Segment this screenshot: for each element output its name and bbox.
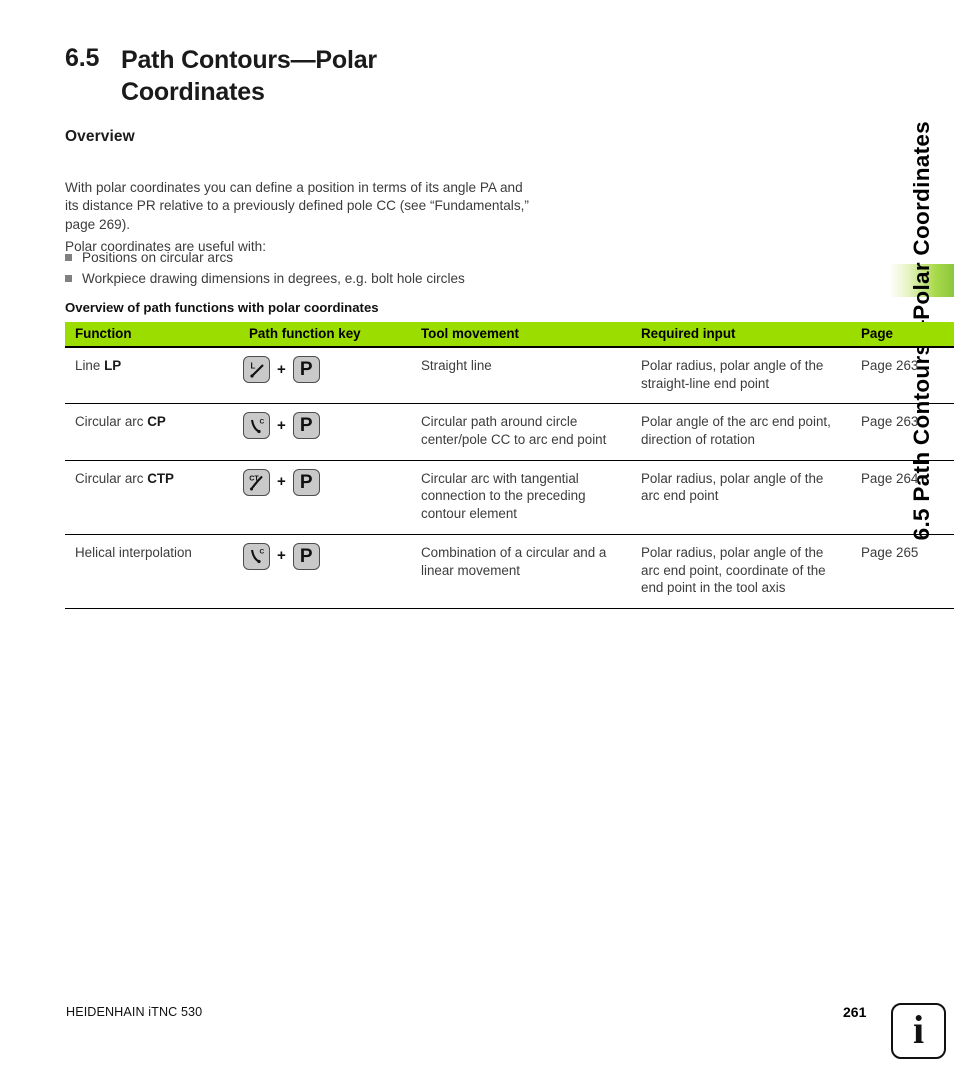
table-row: Helical interpolation C + P Combination … xyxy=(65,534,954,609)
plus-sign: + xyxy=(277,360,286,378)
key-combination: CT + P xyxy=(239,468,405,496)
cell-required-input: Polar radius, polar angle of the arc end… xyxy=(631,534,851,609)
cell-path-function-key: C + P xyxy=(239,403,411,461)
polar-p-key-icon[interactable]: P xyxy=(292,356,320,383)
cell-required-input: Polar radius, polar angle of the straigh… xyxy=(631,347,851,405)
function-label: Circular arc xyxy=(75,470,144,486)
polar-key-label: P xyxy=(299,545,313,567)
plus-sign: + xyxy=(277,416,286,434)
section-number: 6.5 xyxy=(65,44,100,72)
column-header-function: Function xyxy=(65,322,239,348)
svg-text:L: L xyxy=(250,361,255,370)
path-functions-table: Function Path function key Tool movement… xyxy=(65,322,954,609)
footer-brand: HEIDENHAIN iTNC 530 xyxy=(66,1005,203,1019)
info-icon-label: i xyxy=(912,1006,925,1052)
function-code: CP xyxy=(147,414,166,430)
line-path-key-icon[interactable]: L xyxy=(243,356,270,383)
svg-text:C: C xyxy=(259,549,264,556)
svg-text:C: C xyxy=(259,418,264,425)
cell-tool-movement: Circular path around circle center/pole … xyxy=(411,403,631,461)
function-code: LP xyxy=(104,358,122,373)
subheading-overview: Overview xyxy=(65,128,135,145)
list-item-label: Positions on circular arcs xyxy=(82,250,234,265)
circular-arc-ct-key-icon[interactable]: CT xyxy=(243,468,270,496)
table-header: Function Path function key Tool movement… xyxy=(65,322,954,348)
cell-required-input: Polar angle of the arc end point, direct… xyxy=(631,403,851,461)
page-title: 6.5 Path Contours—Polar Coordinates xyxy=(65,44,495,108)
cell-path-function-key: L + P xyxy=(239,347,411,405)
cell-function: Helical interpolation xyxy=(65,534,239,609)
list-item: Positions on circular arcs xyxy=(65,248,565,267)
circular-arc-c-key-icon[interactable]: C xyxy=(243,412,270,440)
key-combination: C + P xyxy=(239,542,405,570)
polar-p-key-icon[interactable]: P xyxy=(292,468,320,496)
intro-paragraph: With polar coordinates you can define a … xyxy=(65,179,529,232)
polar-key-label: P xyxy=(299,415,313,437)
cell-path-function-key: C + P xyxy=(239,534,411,609)
polar-key-label: P xyxy=(299,471,313,493)
square-bullet-icon xyxy=(65,254,72,261)
square-bullet-icon xyxy=(65,275,72,283)
cell-tool-movement: Circular arc with tangential connection … xyxy=(411,460,631,535)
cell-function: Circular arc CP xyxy=(65,403,239,461)
plus-sign: + xyxy=(277,473,286,491)
column-header-path-function-key: Path function key xyxy=(239,322,411,348)
cell-path-function-key: CT + P xyxy=(239,460,411,535)
table-row: Circular arc CP C + P Circular path arou… xyxy=(65,403,954,461)
table-header-row: Function Path function key Tool movement… xyxy=(65,322,954,348)
list-item: Workpiece drawing dimensions in degrees,… xyxy=(65,269,565,288)
info-icon: i xyxy=(891,1003,946,1059)
footer-page-number: 261 xyxy=(843,1004,867,1020)
table-caption: Overview of path functions with polar co… xyxy=(65,300,379,315)
polar-p-key-icon[interactable]: P xyxy=(292,542,320,570)
cell-page: Page 264 xyxy=(851,460,954,535)
cell-tool-movement: Straight line xyxy=(411,347,631,405)
cell-page: Page 265 xyxy=(851,534,954,609)
function-label: Line xyxy=(75,358,101,373)
section-title: Path Contours—Polar Coordinates xyxy=(121,46,377,106)
table-row: Line LP L + P Straight line Polar radius… xyxy=(65,347,954,405)
usage-bullet-list: Positions on circular arcs Workpiece dra… xyxy=(65,248,565,291)
polar-key-label: P xyxy=(299,359,313,380)
cell-function: Circular arc CTP xyxy=(65,460,239,535)
column-header-required-input: Required input xyxy=(631,322,851,348)
key-combination: L + P xyxy=(239,356,405,383)
cell-function: Line LP xyxy=(65,347,239,405)
function-code: CTP xyxy=(147,470,174,486)
plus-sign: + xyxy=(277,547,286,565)
column-header-tool-movement: Tool movement xyxy=(411,322,631,348)
table-row: Circular arc CTP CT + P Circular arc wit… xyxy=(65,460,954,535)
cell-page: Page 263 xyxy=(851,347,954,405)
cell-tool-movement: Combination of a circular and a linear m… xyxy=(411,534,631,609)
cell-required-input: Polar radius, polar angle of the arc end… xyxy=(631,460,851,535)
key-combination: C + P xyxy=(239,412,405,440)
circular-arc-c-key-icon[interactable]: C xyxy=(243,542,270,570)
function-label: Circular arc xyxy=(75,414,144,430)
column-header-page: Page xyxy=(851,322,954,348)
polar-p-key-icon[interactable]: P xyxy=(292,412,320,440)
svg-text:CT: CT xyxy=(249,474,259,483)
cell-page: Page 263 xyxy=(851,403,954,461)
table-body: Line LP L + P Straight line Polar radius… xyxy=(65,347,954,609)
function-label: Helical interpolation xyxy=(75,544,192,560)
list-item-label: Workpiece drawing dimensions in degrees,… xyxy=(82,271,465,287)
